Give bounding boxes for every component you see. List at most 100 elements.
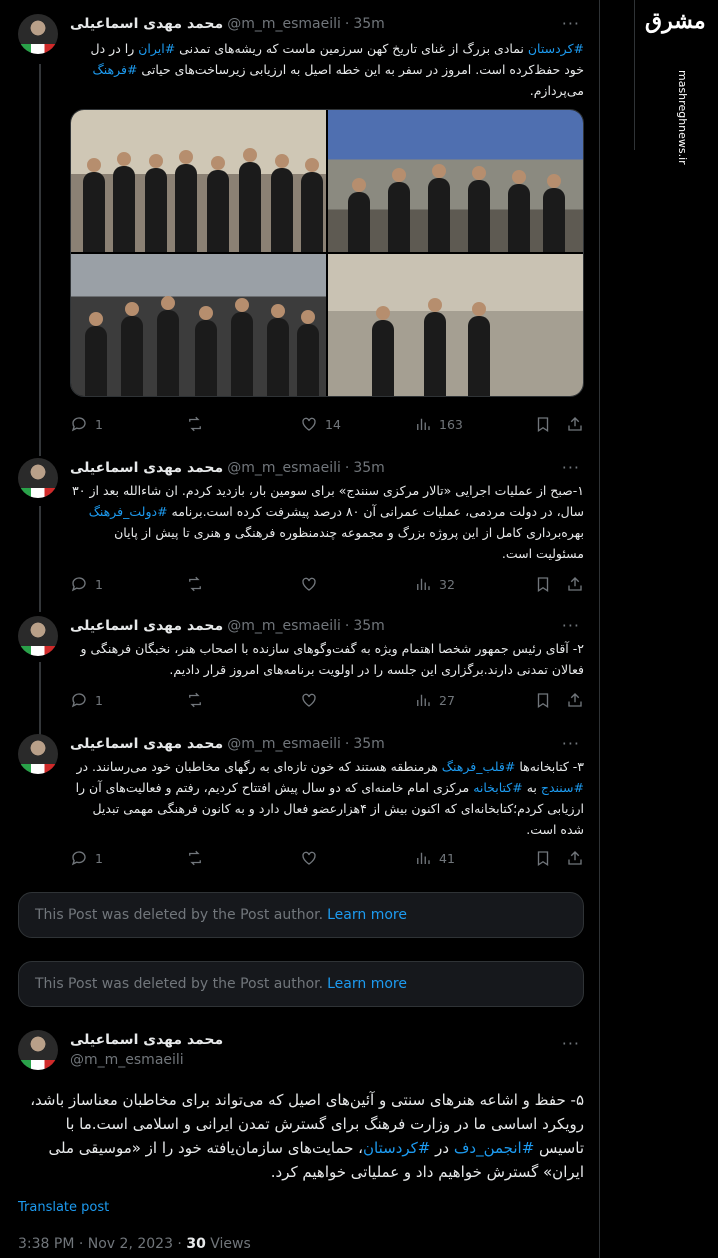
tweet[interactable]: محمد مهدی اسماعیلی @m_m_esmaeili · 35m ·… <box>18 616 584 716</box>
author-handle[interactable]: @m_m_esmaeili <box>227 618 341 634</box>
author-name[interactable]: محمد مهدی اسماعیلی <box>70 618 223 634</box>
author-handle[interactable]: @m_m_esmaeili <box>227 16 341 32</box>
retweet-button[interactable] <box>186 415 300 433</box>
views-count: 27 <box>439 692 455 708</box>
photo[interactable] <box>71 254 326 396</box>
like-button[interactable] <box>300 849 414 867</box>
photo-grid[interactable] <box>70 109 584 397</box>
watermark-url: mashreghnews.ir <box>676 70 689 165</box>
deleted-post-notice: This Post was deleted by the Post author… <box>18 892 584 938</box>
tweet[interactable]: محمد مهدی اسماعیلی @m_m_esmaeili · 35m ·… <box>18 14 584 434</box>
like-icon <box>300 575 318 593</box>
reply-icon <box>70 849 88 867</box>
divider <box>634 0 635 150</box>
author-handle[interactable]: @m_m_esmaeili <box>227 736 341 752</box>
hashtag[interactable]: #ایران <box>138 41 175 56</box>
avatar[interactable] <box>18 458 58 498</box>
share-icon[interactable] <box>566 691 584 709</box>
retweet-button[interactable] <box>186 849 300 867</box>
reply-icon <box>70 575 88 593</box>
hashtag[interactable]: #فرهنگ <box>93 62 138 77</box>
mashregh-logo: مشرق <box>645 8 706 34</box>
author-name[interactable]: محمد مهدی اسماعیلی <box>70 16 223 32</box>
views-button[interactable]: 32 <box>414 575 534 593</box>
timestamp[interactable]: 3:38 PM · Nov 2, 2023 · <box>18 1236 186 1252</box>
learn-more-link[interactable]: Learn more <box>327 976 407 992</box>
views-button[interactable]: 41 <box>414 849 534 867</box>
views-count: 30 <box>186 1236 206 1252</box>
author-handle[interactable]: @m_m_esmaeili <box>227 460 341 476</box>
share-icon[interactable] <box>566 575 584 593</box>
hashtag[interactable]: #قلب_فرهنگ <box>442 759 516 774</box>
tweet-age[interactable]: 35m <box>353 736 384 752</box>
retweet-button[interactable] <box>186 691 300 709</box>
retweet-button[interactable] <box>186 575 300 593</box>
like-button[interactable] <box>300 691 414 709</box>
reply-button[interactable]: 1 <box>70 415 186 433</box>
views-button[interactable]: 27 <box>414 691 534 709</box>
like-button[interactable]: 14 <box>300 415 414 433</box>
tweet-age[interactable]: 35m <box>353 16 384 32</box>
separator: · <box>344 16 350 32</box>
learn-more-link[interactable]: Learn more <box>327 907 407 923</box>
tweet-metadata: 3:38 PM · Nov 2, 2023 · 30 Views <box>18 1236 251 1252</box>
bookmark-icon[interactable] <box>534 849 552 867</box>
views-label: Views <box>205 1236 251 1252</box>
author-handle[interactable]: @m_m_esmaeili <box>70 1052 184 1068</box>
tweet-header: محمد مهدی اسماعیلی @m_m_esmaeili · 35m <box>70 14 385 34</box>
avatar[interactable] <box>18 616 58 656</box>
reply-icon <box>70 415 88 433</box>
reply-button[interactable]: 1 <box>70 691 186 709</box>
tweet-age[interactable]: 35m <box>353 460 384 476</box>
photo[interactable] <box>328 254 583 396</box>
more-icon[interactable]: ··· <box>562 14 580 33</box>
photo[interactable] <box>328 110 583 252</box>
author-name[interactable]: محمد مهدی اسماعیلی <box>70 1032 223 1048</box>
retweet-icon <box>186 849 204 867</box>
reply-button[interactable]: 1 <box>70 575 186 593</box>
more-icon[interactable]: ··· <box>562 616 580 635</box>
reply-button[interactable]: 1 <box>70 849 186 867</box>
bookmark-icon[interactable] <box>534 415 552 433</box>
photo[interactable] <box>71 110 326 252</box>
tweet-text: ۲- آقای رئیس جمهور شخصا اهتمام ویژه به گ… <box>80 641 584 677</box>
bookmark-icon[interactable] <box>534 691 552 709</box>
views-count: 163 <box>439 416 463 432</box>
hashtag[interactable]: #کتابخانه <box>473 780 523 795</box>
views-button[interactable]: 163 <box>414 415 534 433</box>
tweet-text: ۵- حفظ و اشاعه هنرهای سنتی و آئین‌های اص… <box>30 1091 584 1181</box>
bookmark-icon[interactable] <box>534 575 552 593</box>
action-bar: 1 14 163 <box>70 414 584 434</box>
separator: · <box>344 618 350 634</box>
hashtag[interactable]: #دولت_فرهنگ <box>89 504 168 519</box>
hashtag[interactable]: #سنندج <box>541 780 584 795</box>
like-button[interactable] <box>300 575 414 593</box>
hashtag[interactable]: #انجمن_دف <box>454 1139 534 1157</box>
more-icon[interactable]: ··· <box>562 458 580 477</box>
deleted-post-notice: This Post was deleted by the Post author… <box>18 961 584 1007</box>
hashtag[interactable]: #کردستان <box>363 1139 430 1157</box>
tweet[interactable]: محمد مهدی اسماعیلی @m_m_esmaeili · 35m ·… <box>18 734 584 874</box>
tweet-header: محمد مهدی اسماعیلی @m_m_esmaeili · 35m <box>70 458 385 478</box>
hashtag[interactable]: #کردستان <box>528 41 584 56</box>
separator: · <box>344 460 350 476</box>
watermark-panel: مشرق mashreghnews.ir <box>601 0 718 1258</box>
views-icon <box>414 691 432 709</box>
avatar[interactable] <box>18 14 58 54</box>
tweet-age[interactable]: 35m <box>353 618 384 634</box>
tweet-header: محمد مهدی اسماعیلی @m_m_esmaeili · 35m <box>70 734 385 754</box>
reply-count: 1 <box>95 850 103 866</box>
retweet-icon <box>186 415 204 433</box>
translate-post-link[interactable]: Translate post <box>18 1200 109 1215</box>
like-icon <box>300 415 318 433</box>
share-icon[interactable] <box>566 415 584 433</box>
tweet[interactable]: محمد مهدی اسماعیلی @m_m_esmaeili · 35m ·… <box>18 458 584 598</box>
avatar[interactable] <box>18 1030 58 1070</box>
author-name[interactable]: محمد مهدی اسماعیلی <box>70 736 223 752</box>
more-icon[interactable]: ··· <box>562 1034 580 1053</box>
avatar[interactable] <box>18 734 58 774</box>
author-name[interactable]: محمد مهدی اسماعیلی <box>70 460 223 476</box>
retweet-icon <box>186 691 204 709</box>
share-icon[interactable] <box>566 849 584 867</box>
more-icon[interactable]: ··· <box>562 734 580 753</box>
